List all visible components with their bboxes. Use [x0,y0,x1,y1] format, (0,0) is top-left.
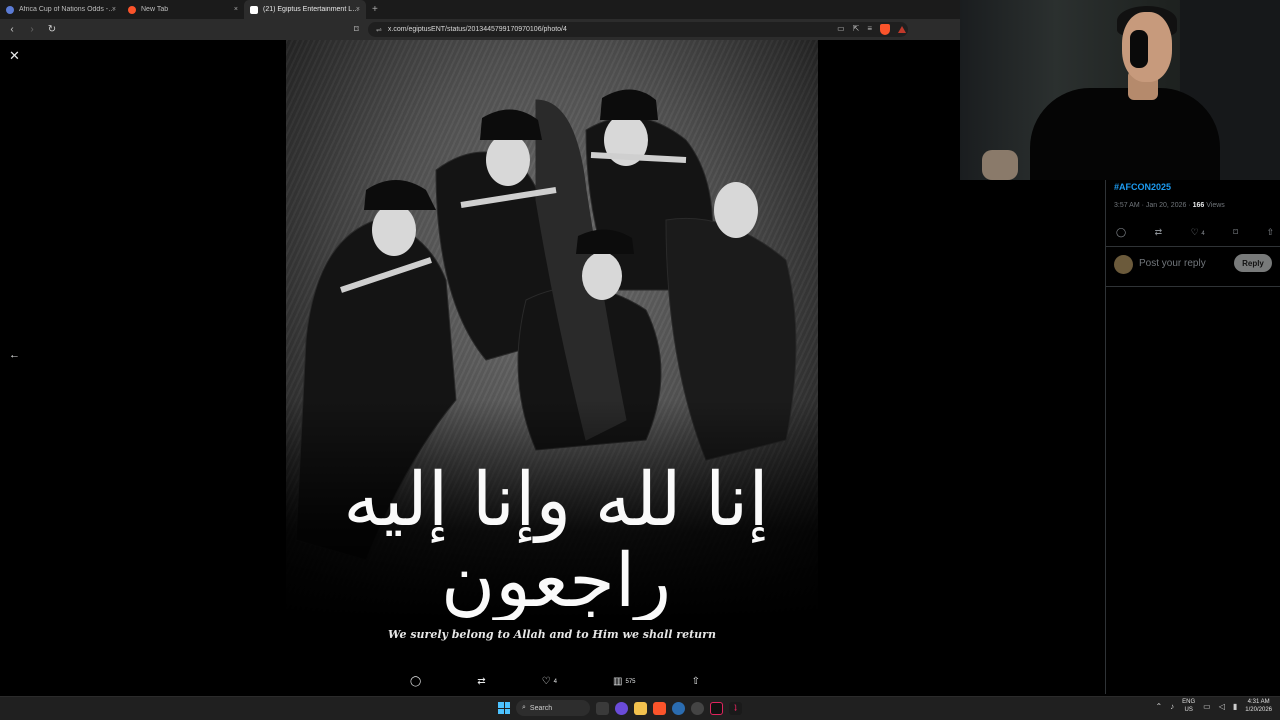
cast-icon[interactable]: ▭ [837,24,845,35]
windows-start-icon[interactable] [498,702,510,714]
tab-favicon-icon [6,5,14,14]
x-favicon-icon [250,5,258,14]
copilot-icon[interactable] [615,701,628,715]
webcam-hand [982,150,1018,180]
forward-icon[interactable]: › [24,24,40,35]
like-icon: ♡ [1190,227,1199,237]
chevron-up-icon[interactable]: ⌃ [1155,702,1162,711]
clock[interactable]: 4:31 AM 1/20/2026 [1245,699,1272,715]
battery-icon[interactable]: ▮ [1233,702,1237,711]
taskbar-apps: ⌕ Search ʇ [498,700,742,716]
bookmark-icon[interactable]: ⌑ [1233,227,1238,238]
tab-egiptus[interactable]: (21) Egiptus Entertainment LLC × [244,0,366,19]
tweet-detail-panel: #AFCON2025 3:57 AM · Jan 20, 2026 · 166 … [1105,180,1280,694]
tab-title: (21) Egiptus Entertainment LLC [263,6,360,13]
tab-new-tab[interactable]: New Tab × [122,0,244,19]
close-viewer-icon[interactable]: ✕ [9,48,20,64]
hashtag-link[interactable]: #AFCON2025 [1114,182,1171,192]
tab-afcon-odds[interactable]: Africa Cup of Nations Odds - Footbal × [0,0,122,19]
lang-top: ENG [1182,699,1196,705]
repost-icon[interactable]: ⇄ [1155,227,1163,238]
brave-rewards-icon[interactable] [898,26,906,33]
tab-strip: Africa Cup of Nations Odds - Footbal × N… [0,0,960,19]
like-button[interactable]: ♡ 4 [1191,227,1205,238]
views-number: 166 [1192,202,1205,209]
photo-caption: We surely belong to Allah and to Him we … [388,628,716,641]
arabic-calligraphy: إنا لله وإنا إليه راجعون [343,457,771,620]
previous-photo-icon[interactable]: ← [9,349,20,361]
reply-icon[interactable]: ◯ [410,676,421,687]
caption-area: We surely belong to Allah and to Him we … [286,620,818,660]
taskbar: ⌕ Search ʇ ⌃ ♪ ENG US ▭ ◁ ▮ 4:31 AM 1/20/20… [0,696,1280,720]
webcam-person [1030,88,1220,180]
headset-icon [1130,30,1148,68]
reply-input[interactable]: Post your reply [1139,258,1206,269]
reply-icon[interactable]: ◯ [1116,227,1126,238]
url-bar[interactable]: ⇌ x.com/egiptusENT/status/20134457991709… [368,22,908,37]
views-count: 575 [625,678,636,685]
tab-title: Africa Cup of Nations Odds - Footbal [19,6,116,13]
tweet-photo: إنا لله وإنا إليه راجعون [286,40,818,620]
brave-browser-icon[interactable] [653,701,666,715]
reload-icon[interactable]: ↻ [44,24,60,35]
reader-icon[interactable]: ≡ [867,24,872,35]
edge-icon[interactable] [672,701,685,715]
system-tray: ⌃ ♪ ENG US ▭ ◁ ▮ 4:31 AM 1/20/2026 [1155,699,1272,715]
volume-icon[interactable]: ◁ [1219,702,1225,711]
share-page-icon[interactable]: ⇱ [853,24,860,35]
divider [1106,286,1280,287]
webcam-overlay [960,0,1280,180]
address-toolbar: ‹ › ↻ ⌑ ⇌ x.com/egiptusENT/status/201344… [0,19,960,40]
file-explorer-icon[interactable] [634,701,647,715]
tweet-meta: 3:57 AM · Jan 20, 2026 · 166 Views [1114,202,1225,209]
microphone-icon[interactable]: ♪ [1170,702,1174,711]
date: 1/20/2026 [1245,706,1272,713]
views-label: Views [1204,202,1225,209]
lang-bottom: US [1184,706,1193,713]
views-button[interactable]: ▥ 575 [613,676,635,687]
network-icon[interactable]: ▭ [1203,702,1211,711]
divider [1106,246,1280,247]
like-button[interactable]: ♡ 4 [542,676,557,687]
language-indicator[interactable]: ENG US [1182,699,1195,715]
tab-title: New Tab [141,6,169,13]
url-text: x.com/egiptusENT/status/2013445799170970… [387,26,567,33]
tab-close-icon[interactable]: × [356,6,360,13]
like-count: 4 [1201,231,1205,237]
brave-shields-icon[interactable] [880,24,890,35]
share-icon[interactable]: ⇧ [1266,227,1274,238]
brave-favicon-icon [128,5,136,14]
like-icon: ♡ [541,676,551,687]
tiktok-icon[interactable] [710,701,723,715]
time: 4:31 AM [1247,699,1270,705]
repost-icon[interactable]: ⇄ [477,676,485,687]
toolbar-icons: ▭ ⇱ ≡ [837,24,906,35]
task-view-icon[interactable] [596,701,609,715]
taskbar-search[interactable]: ⌕ Search [516,700,590,716]
views-icon: ▥ [613,676,623,687]
tab-close-icon[interactable]: × [112,6,116,13]
chrome-icon[interactable] [691,701,704,715]
photo-action-bar: ◯ ⇄ ♡ 4 ▥ 575 ⇧ [410,676,700,687]
tab-close-icon[interactable]: × [234,6,238,13]
search-icon: ⌕ [522,704,526,711]
face [372,204,416,256]
search-label: Search [529,704,553,712]
timestamp[interactable]: 3:57 AM · Jan 20, 2026 · [1114,202,1193,209]
tradingfun-icon[interactable]: ʇ [729,701,742,715]
like-count: 4 [553,678,557,685]
share-icon[interactable]: ⇧ [692,676,700,687]
tweet-actions: ◯ ⇄ ♡ 4 ⌑ ⇧ [1116,227,1274,238]
new-tab-button[interactable]: + [366,0,384,19]
reply-button[interactable]: Reply [1234,254,1272,272]
site-info-icon[interactable]: ⇌ [376,26,382,34]
avatar [1114,255,1133,274]
back-icon[interactable]: ‹ [4,24,20,35]
bookmark-icon[interactable]: ⌑ [354,24,359,35]
